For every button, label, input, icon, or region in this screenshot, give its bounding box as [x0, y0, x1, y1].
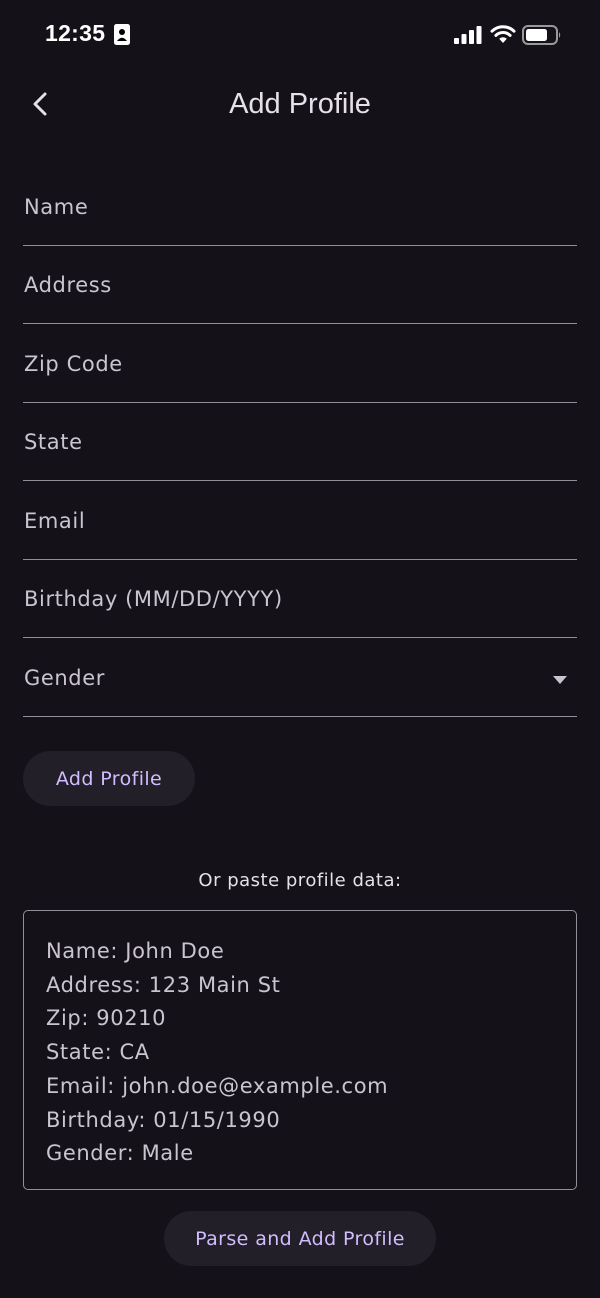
email-field[interactable]: Email [23, 485, 577, 560]
state-field-label: State [24, 430, 83, 454]
gender-dropdown-label: Gender [24, 666, 105, 690]
app-bar: Add Profile [0, 70, 600, 144]
birthday-field[interactable]: Birthday (MM/DD/YYYY) [23, 563, 577, 638]
battery-icon [522, 25, 561, 45]
dropdown-arrow-icon [553, 676, 567, 684]
birthday-field-label: Birthday (MM/DD/YYYY) [24, 587, 283, 611]
page-title: Add Profile [229, 88, 371, 120]
paste-label: Or paste profile data: [198, 870, 402, 891]
profile-data-line: Birthday: 01/15/1990 [46, 1107, 281, 1132]
email-field-label: Email [24, 509, 86, 533]
profile-data-line: Email: john.doe@example.com [46, 1073, 389, 1098]
wifi-icon [490, 25, 516, 43]
profile-data-text: Name: John Doe Address: 123 Main St Zip:… [46, 935, 388, 1171]
parse-and-add-profile-button[interactable]: Parse and Add Profile [164, 1211, 436, 1266]
profile-data-line: Gender: Male [46, 1141, 194, 1166]
state-field[interactable]: State [23, 406, 577, 481]
name-field[interactable]: Name [23, 171, 577, 246]
profile-data-line: Name: John Doe [46, 939, 225, 963]
profile-data-textarea[interactable]: Name: John Doe Address: 123 Main St Zip:… [23, 910, 577, 1190]
address-field-label: Address [24, 273, 112, 297]
address-field[interactable]: Address [23, 249, 577, 324]
gender-dropdown[interactable]: Gender [23, 642, 577, 717]
status-bar: 12:35 [0, 0, 600, 70]
zip-code-field-label: Zip Code [24, 352, 123, 376]
zip-code-field[interactable]: Zip Code [23, 328, 577, 403]
id-card-icon [114, 24, 130, 45]
status-time: 12:35 [45, 20, 106, 46]
profile-data-line: State: CA [46, 1040, 150, 1065]
add-profile-button[interactable]: Add Profile [23, 751, 195, 806]
name-field-label: Name [24, 195, 89, 219]
signal-icon [454, 26, 482, 44]
profile-data-line: Address: 123 Main St [46, 972, 281, 997]
profile-data-line: Zip: 90210 [46, 1006, 167, 1031]
